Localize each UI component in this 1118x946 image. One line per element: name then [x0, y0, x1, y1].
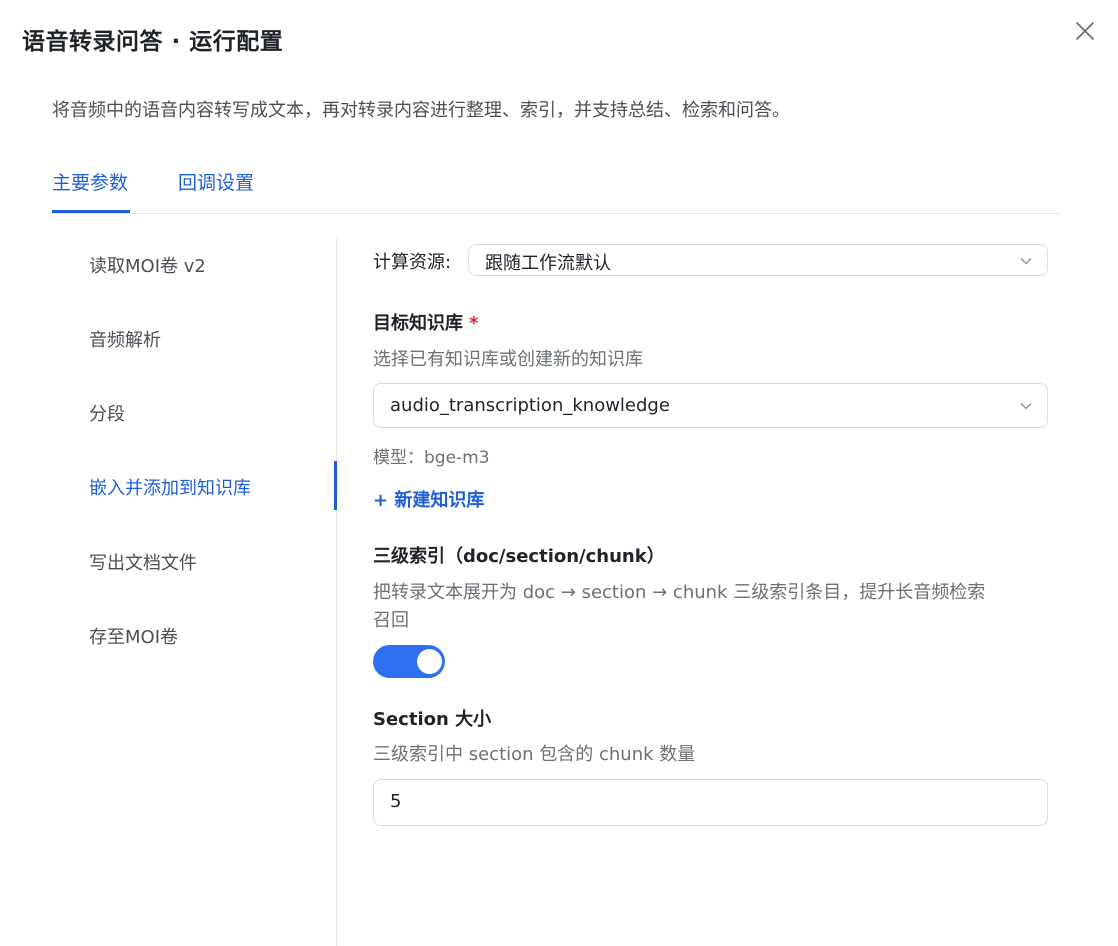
section-size-value: 5: [390, 791, 402, 812]
kb-model-note: 模型：bge-m3: [373, 448, 490, 468]
sidebar-item-write-doc-file[interactable]: 写出文档文件: [89, 549, 197, 575]
tab-main-params[interactable]: 主要参数: [52, 168, 128, 195]
three-level-index-toggle[interactable]: [373, 645, 445, 678]
dialog-title: 语音转录问答 · 运行配置: [22, 29, 284, 55]
section-size-label: Section 大小: [373, 709, 492, 730]
target-kb-select[interactable]: audio_transcription_knowledge: [373, 383, 1048, 428]
three-level-index-label: 三级索引（doc/section/chunk）: [373, 546, 665, 567]
step-sidebar: 读取MOI卷 v2 音频解析 分段 嵌入并添加到知识库 写出文档文件 存至MOI…: [52, 238, 337, 946]
chevron-down-icon: [1020, 403, 1032, 410]
dialog-description: 将音频中的语音内容转写成文本，再对转录内容进行整理、索引，并支持总结、检索和问答…: [52, 100, 790, 121]
compute-resource-label: 计算资源:: [373, 252, 452, 273]
tab-callback-settings[interactable]: 回调设置: [178, 168, 254, 195]
three-level-index-hint-line2: 召回: [373, 610, 409, 631]
required-mark: *: [469, 313, 479, 334]
section-size-hint: 三级索引中 section 包含的 chunk 数量: [373, 744, 696, 765]
target-kb-label: 目标知识库 *: [373, 309, 478, 335]
compute-resource-value: 跟随工作流默认: [485, 253, 611, 274]
close-button[interactable]: [1070, 16, 1100, 46]
three-level-index-hint-line1: 把转录文本展开为 doc → section → chunk 三级索引条目，提升…: [373, 582, 986, 603]
sidebar-item-embed-add-kb[interactable]: 嵌入并添加到知识库: [89, 474, 251, 500]
chevron-down-icon: [1020, 258, 1032, 265]
toggle-knob: [417, 649, 442, 674]
target-kb-value: audio_transcription_knowledge: [390, 395, 670, 416]
sidebar-active-indicator: [334, 461, 337, 510]
target-kb-label-text: 目标知识库: [373, 313, 463, 334]
new-kb-link[interactable]: + 新建知识库: [373, 486, 484, 512]
sidebar-item-save-moi-volume[interactable]: 存至MOI卷: [89, 623, 178, 649]
sidebar-item-read-moi-volume[interactable]: 读取MOI卷 v2: [89, 252, 206, 278]
section-size-input[interactable]: 5: [373, 779, 1048, 826]
active-tab-underline: [52, 210, 130, 213]
target-kb-hint: 选择已有知识库或创建新的知识库: [373, 349, 643, 370]
close-icon: [1076, 22, 1094, 40]
sidebar-item-segment[interactable]: 分段: [89, 400, 125, 426]
sidebar-item-audio-parse[interactable]: 音频解析: [89, 326, 161, 352]
compute-resource-select[interactable]: 跟随工作流默认: [468, 244, 1048, 276]
tab-bar: 主要参数 回调设置: [52, 160, 1060, 214]
